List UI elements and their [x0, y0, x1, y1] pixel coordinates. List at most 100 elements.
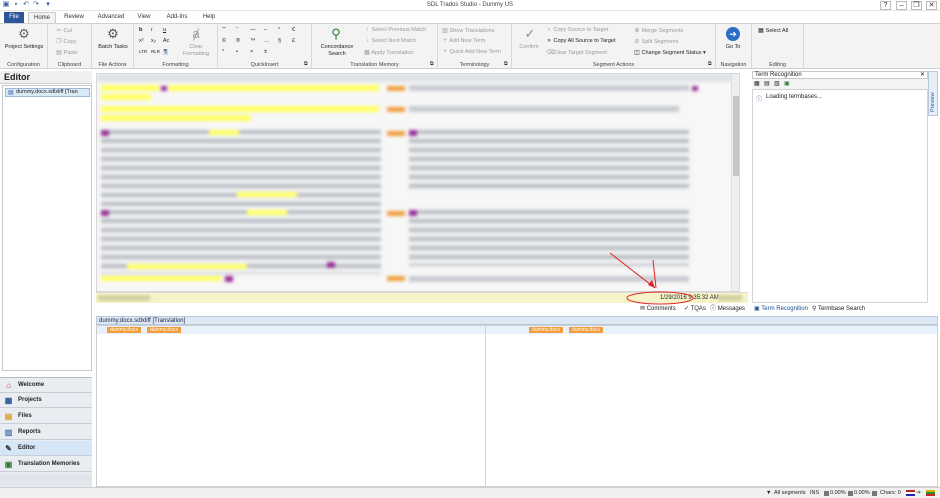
nav-welcome-label: Welcome — [18, 382, 45, 388]
filter-icon[interactable]: ▼ — [766, 490, 771, 496]
quickinsert-en-dash-button[interactable]: – — [264, 27, 267, 33]
tab-term-recognition[interactable]: ▣ Term Recognition — [754, 305, 808, 314]
preview-pane: dummy.docx dummy.docx dummy.docx dummy.d… — [96, 325, 938, 487]
bullet-icon[interactable]: • — [236, 49, 238, 55]
bold-button[interactable]: b — [139, 27, 142, 33]
tb-icon-2[interactable]: ▤ — [764, 80, 770, 87]
cut-button[interactable]: ✂ Cut — [56, 27, 72, 34]
merge-segments-button[interactable]: ⊕ Merge Segments — [634, 27, 683, 34]
editor-scrollbar[interactable] — [731, 74, 739, 291]
segment-1-status — [387, 86, 405, 91]
tab-review[interactable]: Review — [60, 12, 88, 23]
tab-comments[interactable]: ✉ Comments — [640, 305, 676, 314]
preview-side-tab[interactable]: Preview — [928, 71, 938, 116]
rtl-button[interactable]: RLR — [151, 49, 160, 54]
stat-pct-2: 0.00% — [854, 490, 870, 496]
copyright-icon[interactable]: © — [222, 38, 226, 44]
tab-messages[interactable]: ⓘ Messages — [710, 305, 745, 314]
arrow-right-icon: ➔ — [916, 490, 922, 496]
pilcrow-icon[interactable]: ¶ — [163, 49, 168, 55]
underline-button[interactable]: u — [163, 27, 166, 33]
quickinsert-degree-button[interactable]: ° — [278, 27, 280, 33]
copy-source-button[interactable]: › Copy Source to Target — [546, 27, 608, 33]
project-settings-button[interactable]: Project Settings — [3, 44, 45, 51]
preview-header[interactable]: dummy.docx.sdlxliff [Translation] — [96, 316, 938, 325]
split-icon: ⊘ — [634, 39, 640, 45]
select-next-match-button[interactable]: ↓ Select Next Match — [364, 38, 417, 44]
quickinsert-single-quote-button[interactable]: ‘’ — [236, 27, 238, 33]
tab-tqas[interactable]: ✓ TQAs — [684, 305, 706, 314]
plusminus-icon[interactable]: ± — [264, 49, 267, 55]
clear-target-button[interactable]: ⌫ Clear Target Segment — [546, 49, 607, 56]
segment-filter[interactable]: All segments — [774, 490, 806, 496]
apply-translation-button[interactable]: ▦ Apply Translation — [364, 49, 413, 56]
copy-button[interactable]: ❐ Copy — [56, 38, 76, 45]
editor-scrollbar-thumb[interactable] — [733, 96, 739, 176]
quickinsert-dash-button[interactable]: — — [250, 27, 256, 33]
tab-file[interactable]: File — [4, 12, 24, 23]
concordance-search-button[interactable]: Concordance Search — [316, 44, 358, 58]
segment-3-tag — [101, 130, 109, 136]
pound-icon[interactable]: £ — [292, 38, 295, 44]
quickinsert-quote-button[interactable]: “” — [222, 27, 226, 33]
quick-add-new-term-button[interactable]: + Quick Add New Term — [442, 49, 501, 55]
group-label: Segment Actions — [592, 62, 635, 68]
nav-files[interactable]: ▤ Files — [0, 409, 92, 424]
insert-mode[interactable]: INS — [810, 490, 819, 496]
restore-button[interactable]: ❐ — [911, 1, 922, 10]
nav-welcome[interactable]: ⌂ Welcome — [0, 378, 92, 393]
nbsp-icon[interactable]: ° — [222, 49, 224, 55]
select-previous-match-button[interactable]: ↑ Select Previous Match — [364, 27, 427, 33]
subscript-button[interactable]: x₂ — [151, 38, 156, 44]
source-flag-icon — [906, 490, 915, 496]
change-status-button[interactable]: ◫ Change Segment Status ▾ — [634, 49, 706, 56]
registered-icon[interactable]: ® — [236, 38, 240, 44]
copy-all-source-button[interactable]: » Copy All Source to Target — [546, 38, 615, 44]
tab-termbase-search[interactable]: ⚲ Termbase Search — [812, 305, 865, 314]
multiply-icon[interactable]: × — [250, 49, 253, 55]
split-segments-button[interactable]: ⊘ Split Segments — [634, 38, 678, 45]
copy-label: Copy — [63, 39, 77, 45]
tab-advanced[interactable]: Advanced — [94, 12, 128, 23]
euro-icon[interactable]: € — [292, 27, 295, 33]
tb-icon-3[interactable]: ▥ — [774, 80, 780, 87]
group-label: Translation Memory — [350, 62, 399, 68]
ltr-button[interactable]: LTR — [139, 49, 147, 54]
minimize-button[interactable]: – — [896, 1, 907, 10]
tb-icon-1[interactable]: ▦ — [754, 80, 760, 87]
select-all-button[interactable]: ▦ Select All — [758, 27, 788, 34]
nav-editor[interactable]: ✎ Editor — [0, 441, 92, 456]
show-translations-button[interactable]: ▥ Show Translations — [442, 27, 494, 34]
tb-icon-4[interactable]: ▣ — [784, 80, 790, 87]
nav-projects[interactable]: ▦ Projects — [0, 393, 92, 408]
ellipsis-icon[interactable]: … — [264, 38, 270, 44]
superscript-button[interactable]: x² — [139, 38, 144, 44]
add-new-term-label: Add New Term — [449, 38, 486, 44]
tab-home[interactable]: Home — [28, 12, 56, 23]
go-to-button[interactable]: Go To — [718, 44, 748, 51]
segment-1-tag — [161, 86, 167, 91]
paste-button[interactable]: ▤ Paste — [56, 49, 77, 56]
section-icon[interactable]: § — [278, 38, 281, 44]
tab-help[interactable]: Help — [198, 12, 220, 23]
confirm-button[interactable]: Confirm — [514, 44, 544, 50]
tab-add-ins[interactable]: Add-Ins — [162, 12, 192, 23]
help-icon[interactable]: ? — [880, 1, 891, 10]
italic-button[interactable]: i — [151, 27, 152, 33]
nav-editor-label: Editor — [18, 445, 36, 451]
pin-icon[interactable]: ✕ — [920, 72, 925, 79]
segment-2-source-b — [101, 115, 251, 121]
file-tree-item[interactable]: ▤ dummy.docx.sdlxliff [Tran — [5, 88, 90, 97]
nav-translation-memories[interactable]: ▣ Translation Memories — [0, 457, 92, 472]
add-new-term-button[interactable]: + Add New Term — [442, 38, 485, 44]
segment-2-source — [101, 106, 379, 112]
nav-reports[interactable]: ▥ Reports — [0, 425, 92, 440]
tab-view[interactable]: View — [134, 12, 154, 23]
segment-3-hl — [209, 130, 239, 135]
trademark-icon[interactable]: ™ — [250, 38, 256, 44]
clear-formatting-button[interactable]: Clear Formatting — [178, 44, 214, 58]
smallcaps-button[interactable]: Aᴄ — [163, 38, 169, 44]
blurred-info — [98, 295, 150, 301]
close-button[interactable]: ✕ — [926, 1, 937, 10]
batch-tasks-button[interactable]: Batch Tasks — [94, 44, 132, 51]
